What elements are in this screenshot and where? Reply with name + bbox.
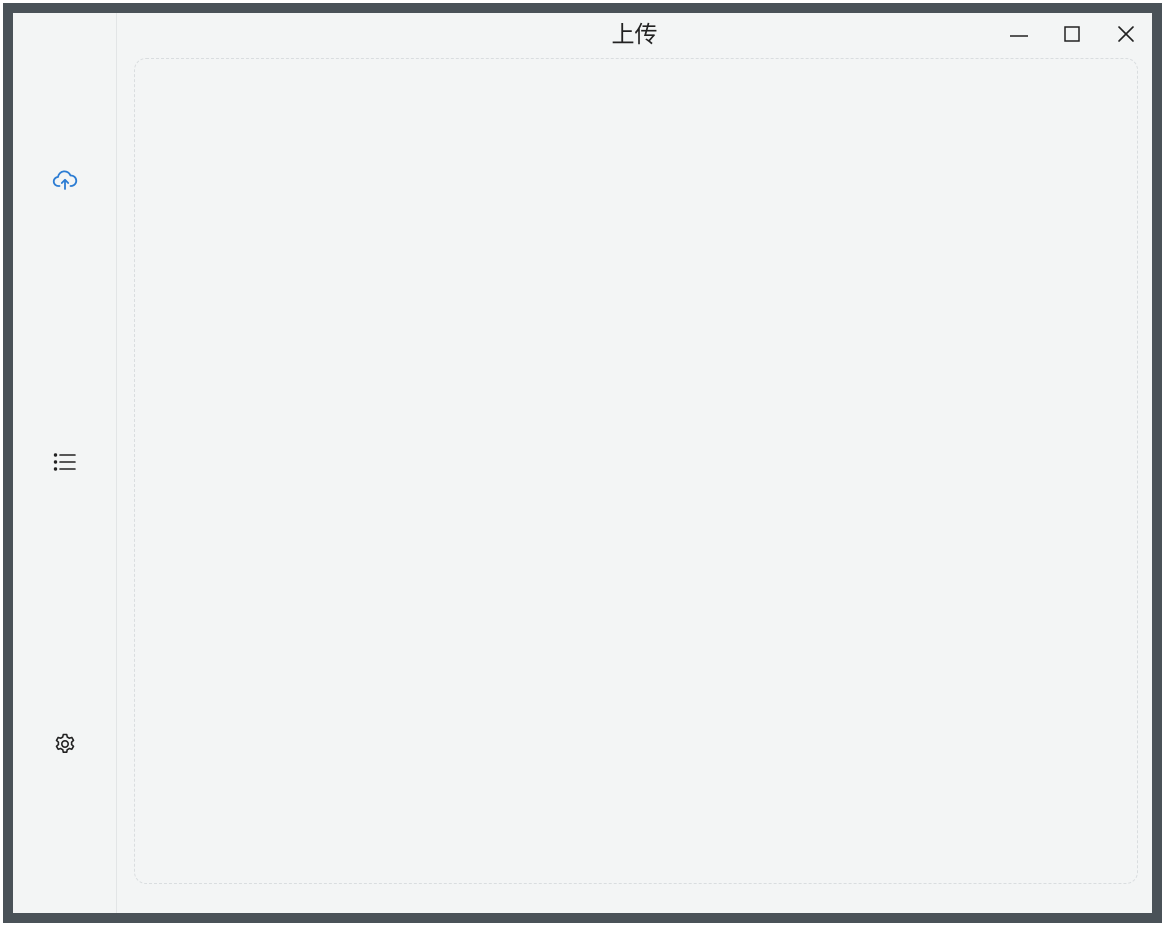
window-title: 上传 — [611, 22, 658, 48]
minimize-icon — [1009, 24, 1029, 49]
close-button[interactable] — [1108, 20, 1144, 52]
app-window: 上传 — [13, 13, 1152, 913]
upload-drop-zone[interactable] — [134, 58, 1138, 884]
maximize-button[interactable] — [1054, 20, 1090, 52]
minimize-button[interactable] — [1001, 20, 1037, 52]
sidebar-item-upload[interactable] — [40, 160, 90, 200]
cloud-upload-icon — [52, 169, 78, 191]
close-icon — [1116, 24, 1136, 49]
app-window-frame: 上传 — [3, 3, 1162, 923]
sidebar — [13, 13, 117, 913]
gear-icon — [53, 732, 77, 756]
maximize-icon — [1062, 24, 1082, 49]
sidebar-item-list[interactable] — [40, 442, 90, 482]
sidebar-item-settings[interactable] — [40, 724, 90, 764]
list-icon — [53, 451, 77, 473]
